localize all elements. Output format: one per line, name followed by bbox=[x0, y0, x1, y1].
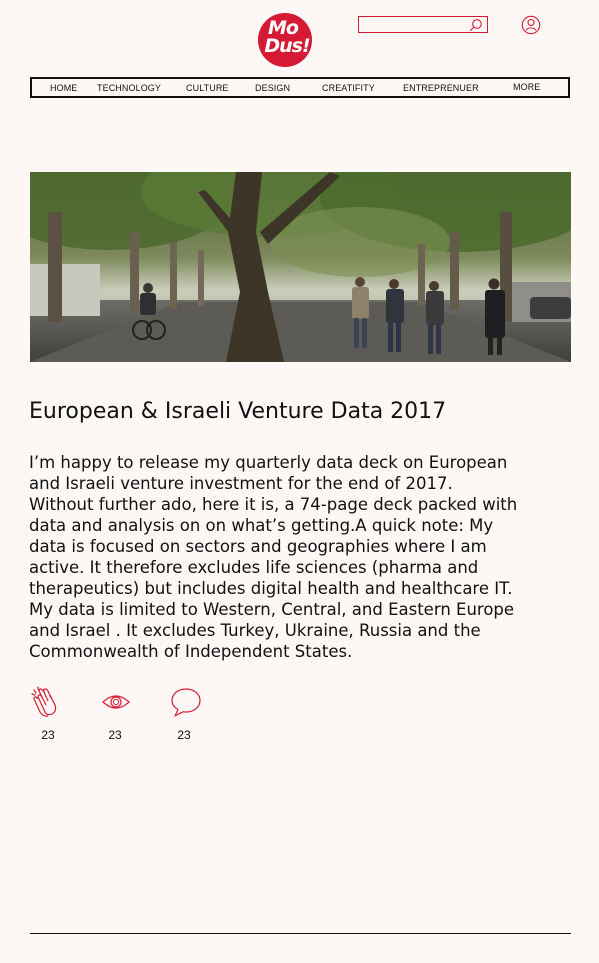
nav-item-more[interactable]: MORE bbox=[513, 82, 540, 92]
nav-item-home[interactable]: HOME bbox=[50, 83, 77, 93]
modus-logo[interactable]: Mo Dus! bbox=[257, 12, 313, 68]
views-count: 23 bbox=[108, 728, 122, 742]
comments-stat[interactable]: 23 bbox=[170, 686, 210, 746]
nav-item-technology[interactable]: TECHNOLOGY bbox=[97, 83, 161, 93]
article-title: European & Israeli Venture Data 2017 bbox=[29, 399, 447, 424]
clap-stat[interactable]: 23 bbox=[30, 686, 70, 746]
views-stat: 23 bbox=[100, 686, 140, 746]
article-body: I’m happy to release my quarterly data d… bbox=[29, 453, 518, 661]
user-icon[interactable] bbox=[521, 15, 541, 35]
main-nav: HOME TECHNOLOGY CULTURE DESIGN CREATIFIT… bbox=[30, 77, 570, 98]
search-icon[interactable] bbox=[469, 18, 483, 32]
clap-icon[interactable] bbox=[30, 686, 62, 718]
search-input[interactable] bbox=[361, 18, 461, 31]
nav-item-culture[interactable]: CULTURE bbox=[186, 83, 229, 93]
comments-count: 23 bbox=[177, 728, 191, 742]
footer-divider bbox=[30, 933, 571, 934]
eye-icon bbox=[102, 695, 130, 709]
search-box[interactable] bbox=[358, 16, 488, 33]
hero-street-scene bbox=[30, 172, 571, 362]
nav-item-design[interactable]: DESIGN bbox=[255, 83, 290, 93]
comment-icon[interactable] bbox=[170, 686, 202, 718]
clap-count: 23 bbox=[41, 728, 55, 742]
nav-item-entreprenuer[interactable]: ENTREPRENUER bbox=[403, 83, 479, 93]
nav-item-creatifity[interactable]: CREATIFITY bbox=[322, 83, 375, 93]
hero-image bbox=[30, 172, 571, 362]
logo-text-bottom: Dus! bbox=[264, 35, 310, 57]
